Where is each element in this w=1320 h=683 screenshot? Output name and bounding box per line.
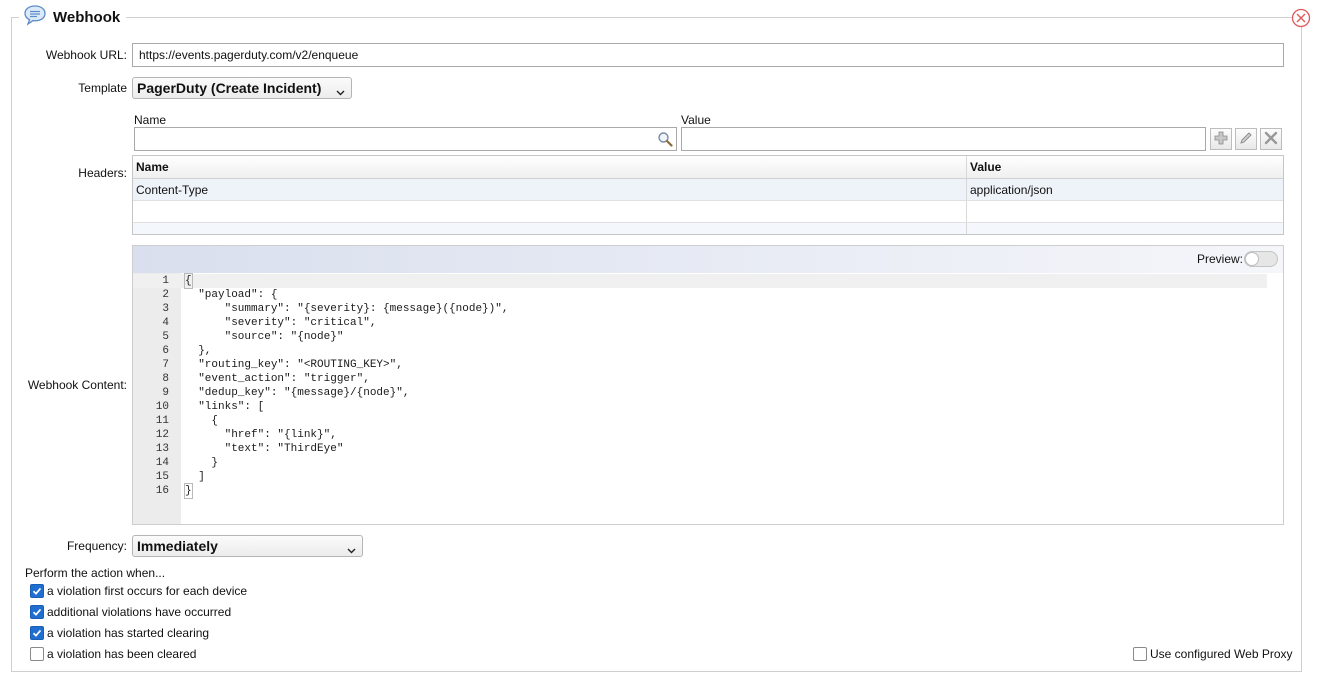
code-line: ] [185, 471, 205, 483]
chevron-down-icon [347, 542, 356, 558]
column-header-value[interactable]: Value [967, 156, 1283, 178]
header-row-value: application/json [970, 182, 1053, 197]
checkbox[interactable] [30, 584, 44, 598]
code-line: "severity": "critical", [185, 317, 377, 329]
code-line: "text": "ThirdEye" [185, 443, 344, 455]
code-editor[interactable]: Preview: 1 {2 "payload": { 3 "summary": "{… [132, 245, 1284, 525]
column-header-name[interactable]: Name [133, 156, 967, 178]
code-line: "source": "{node}" [185, 331, 344, 343]
frequency-selected-value: Immediately [137, 538, 218, 554]
frequency-select[interactable]: Immediately [132, 535, 363, 557]
line-number: 10 [155, 401, 169, 413]
template-label: Template [78, 81, 127, 95]
code-line: } [185, 457, 219, 469]
code-line: "href": "{link}", [185, 429, 337, 441]
delete-header-button[interactable] [1260, 128, 1282, 150]
code-line: "summary": "{severity}: {message}({node}… [185, 303, 509, 315]
option-label: a violation has started clearing [47, 626, 210, 640]
web-proxy-option[interactable]: Use configured Web Proxy [1133, 647, 1293, 661]
code-line: } [184, 483, 193, 499]
option-label: a violation first occurs for each device [47, 584, 248, 598]
code-line: "payload": { [185, 289, 278, 301]
code-line: "links": [ [185, 401, 265, 413]
webhook-url-label: Webhook URL: [45, 48, 127, 62]
line-number: 6 [162, 345, 169, 357]
line-number: 1 [162, 275, 169, 287]
code-line: }, [185, 345, 212, 357]
header-row-name: Content-Type [133, 179, 967, 200]
line-number: 12 [155, 429, 169, 441]
option-first-occurs[interactable]: a violation first occurs for each device [30, 584, 247, 598]
code-line: "event_action": "trigger", [185, 373, 370, 385]
code-line: "routing_key": "<ROUTING_KEY>", [185, 359, 403, 371]
table-row[interactable]: Content-Type application/json [133, 179, 1283, 201]
option-has-been-cleared[interactable]: a violation has been cleared [30, 647, 196, 661]
perform-heading: Perform the action when... [25, 566, 166, 580]
headers-label: Headers: [78, 166, 127, 180]
line-number: 9 [162, 387, 169, 399]
line-number: 7 [162, 359, 169, 371]
line-number: 11 [155, 415, 169, 427]
headers-table: Name Value Content-Type application/json [132, 155, 1284, 235]
line-number: 13 [155, 443, 169, 455]
code-line: "dedup_key": "{message}/{node}", [185, 387, 410, 399]
chevron-down-icon [336, 84, 345, 100]
table-row [133, 223, 1283, 234]
frequency-label: Frequency: [66, 539, 127, 553]
line-number: 16 [155, 485, 169, 497]
template-selected-value: PagerDuty (Create Incident) [137, 80, 322, 96]
table-row[interactable] [133, 201, 1283, 223]
add-header-button[interactable] [1210, 128, 1232, 150]
web-proxy-label: Use configured Web Proxy [1150, 647, 1293, 661]
plus-icon [1214, 131, 1228, 148]
preview-label: Preview: [1196, 252, 1243, 266]
line-number: 15 [155, 471, 169, 483]
checkbox[interactable] [30, 626, 44, 640]
web-proxy-checkbox[interactable] [1133, 647, 1147, 661]
panel-title: Webhook [19, 4, 127, 30]
header-name-input[interactable] [134, 127, 677, 151]
line-number: 4 [162, 317, 169, 329]
pencil-icon [1239, 131, 1253, 148]
active-line-highlight [133, 274, 1267, 288]
editor-toolbar: Preview: [133, 246, 1283, 273]
code-line: { [184, 273, 193, 289]
option-additional-violations[interactable]: additional violations have occurred [30, 605, 231, 619]
checkbox[interactable] [30, 605, 44, 619]
headers-table-header: Name Value [133, 156, 1283, 179]
option-label: additional violations have occurred [47, 605, 232, 619]
option-started-clearing[interactable]: a violation has started clearing [30, 626, 209, 640]
panel-title-text: Webhook [53, 8, 121, 26]
close-icon[interactable] [1291, 8, 1311, 28]
line-number: 5 [162, 331, 169, 343]
line-number: 8 [162, 373, 169, 385]
template-select[interactable]: PagerDuty (Create Incident) [132, 77, 352, 99]
speech-bubble-icon [23, 4, 47, 30]
close-x-icon [1264, 131, 1278, 148]
header-name-label: Name [134, 113, 167, 127]
line-number: 2 [162, 289, 169, 301]
header-value-label: Value [681, 113, 711, 127]
header-row-value [967, 201, 1283, 222]
preview-toggle[interactable] [1244, 251, 1278, 267]
header-row-name [133, 201, 967, 222]
code-line: { [185, 415, 219, 427]
edit-header-button[interactable] [1235, 128, 1257, 150]
header-value-input[interactable] [681, 127, 1206, 151]
webhook-content-label: Webhook Content: [27, 378, 127, 392]
option-label: a violation has been cleared [47, 647, 197, 661]
line-number: 3 [162, 303, 169, 315]
checkbox[interactable] [30, 647, 44, 661]
webhook-url-input[interactable] [132, 43, 1284, 67]
search-icon[interactable] [657, 131, 673, 150]
line-number: 14 [155, 457, 169, 469]
